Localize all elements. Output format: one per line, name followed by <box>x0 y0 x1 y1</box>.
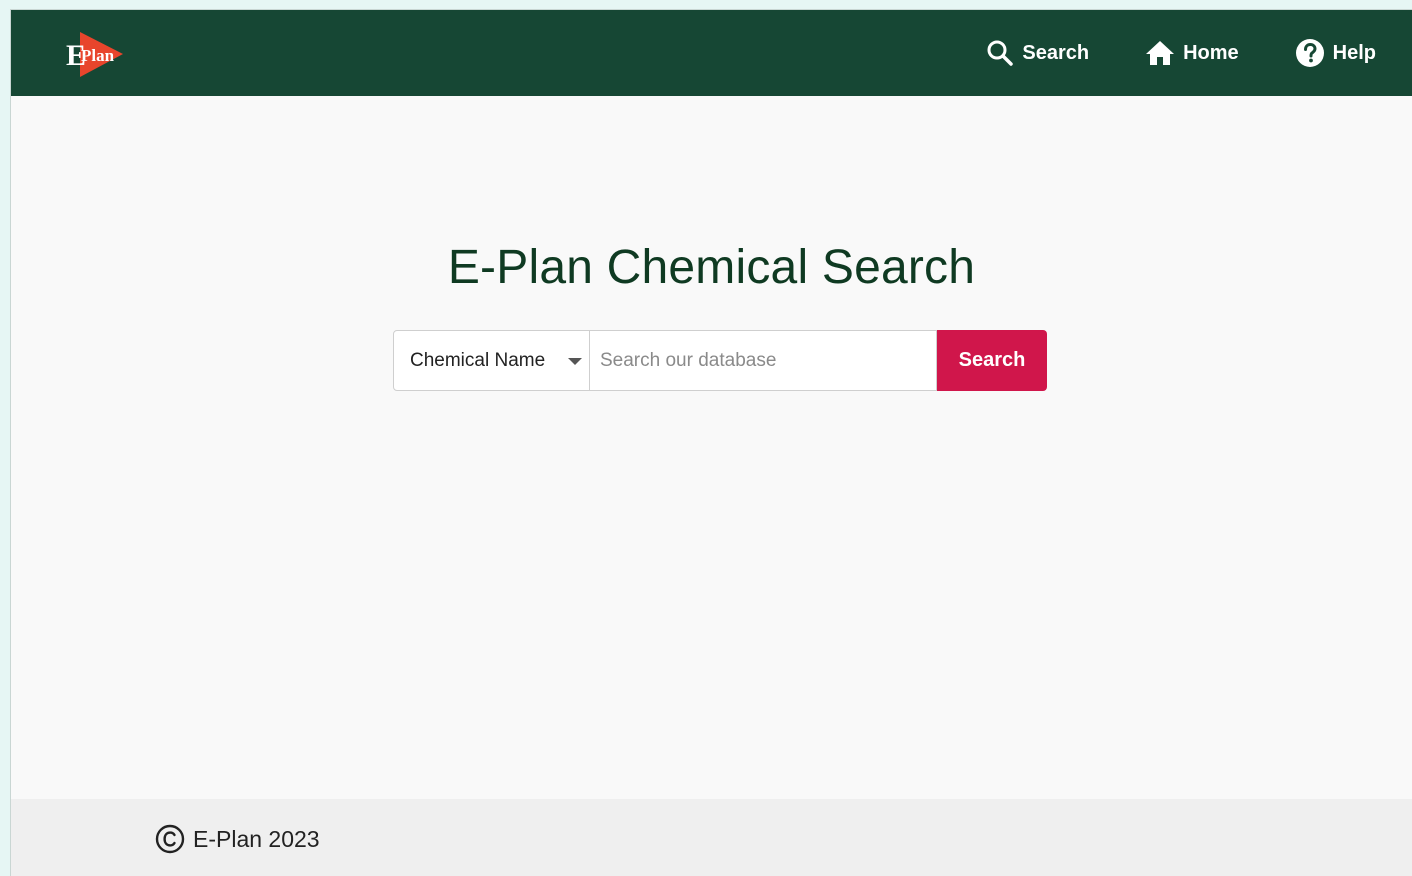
eplan-logo[interactable]: E Plan <box>64 30 126 80</box>
logo-icon: E Plan <box>66 32 123 77</box>
nav-home-label: Home <box>1183 41 1239 64</box>
chevron-down-icon <box>568 358 582 365</box>
search-input[interactable] <box>590 330 937 391</box>
search-button[interactable]: Search <box>937 330 1047 391</box>
logo-word: Plan <box>81 46 115 65</box>
footer-text: E-Plan 2023 <box>193 825 320 852</box>
nav-search-link[interactable]: Search <box>986 39 1089 67</box>
help-icon <box>1295 39 1324 67</box>
search-type-value: Chemical Name <box>410 350 546 371</box>
nav-search-label: Search <box>1022 41 1090 64</box>
app-window: E Plan Search Home Help E-Plan Chemical … <box>10 9 1412 876</box>
nav-links: Search Home Help <box>930 10 1376 96</box>
top-navbar: E Plan Search Home Help <box>11 10 1412 96</box>
search-type-select[interactable]: Chemical Name <box>393 330 590 391</box>
nav-help-link[interactable]: Help <box>1295 38 1376 68</box>
footer-copyright: E-Plan 2023 <box>155 824 320 854</box>
search-bar: Chemical Name Search <box>393 330 1048 391</box>
nav-home-link[interactable]: Home <box>1145 39 1239 67</box>
footer: E-Plan 2023 <box>11 799 1412 876</box>
search-icon <box>987 40 1014 66</box>
nav-help-label: Help <box>1332 41 1376 64</box>
home-icon <box>1146 41 1175 65</box>
copyright-icon <box>155 824 185 854</box>
page-title: E-Plan Chemical Search <box>447 241 976 294</box>
